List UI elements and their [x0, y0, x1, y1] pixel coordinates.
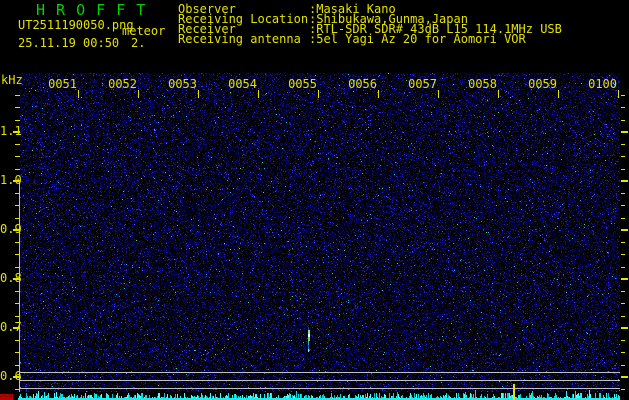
time-tick-label: 0051: [48, 77, 77, 91]
time-tick-label: 0056: [348, 77, 377, 91]
echo-counter: 2.: [131, 36, 146, 50]
freq-unit-label: kHz: [1, 73, 23, 87]
hrofft-window: H R O F F T UT2511190050.png meteor 25.1…: [0, 0, 629, 400]
info-label: Receiving antenna: [178, 32, 301, 46]
time-tick-label: 0059: [528, 77, 557, 91]
freq-tick-label: 1.0: [0, 173, 22, 187]
time-tick-label: 0058: [468, 77, 497, 91]
time-tick-label: 0054: [228, 77, 257, 91]
freq-tick-label: 0.6: [0, 369, 22, 383]
datetime-label: 25.11.19 00:50: [18, 36, 120, 50]
time-tick-label: 0052: [108, 77, 137, 91]
time-tick-label: 0100: [588, 77, 617, 91]
time-tick-label: 0057: [408, 77, 437, 91]
time-tick-label: 0053: [168, 77, 197, 91]
freq-tick-label: 0.8: [0, 271, 22, 285]
freq-tick-label: 1.1: [0, 124, 22, 138]
capture-filename: UT2511190050.png: [18, 18, 134, 32]
time-tick-label: 0055: [288, 77, 317, 91]
info-row: Receiving antenna :5el Yagi Az 20 for Aom…: [178, 32, 629, 46]
info-value: :5el Yagi Az 20 for Aomori VOR: [309, 32, 526, 46]
freq-tick-label: 0.9: [0, 222, 22, 236]
freq-tick-label: 0.7: [0, 320, 22, 334]
app-title: H R O F F T: [36, 1, 147, 19]
spectrogram-canvas: [0, 0, 629, 400]
